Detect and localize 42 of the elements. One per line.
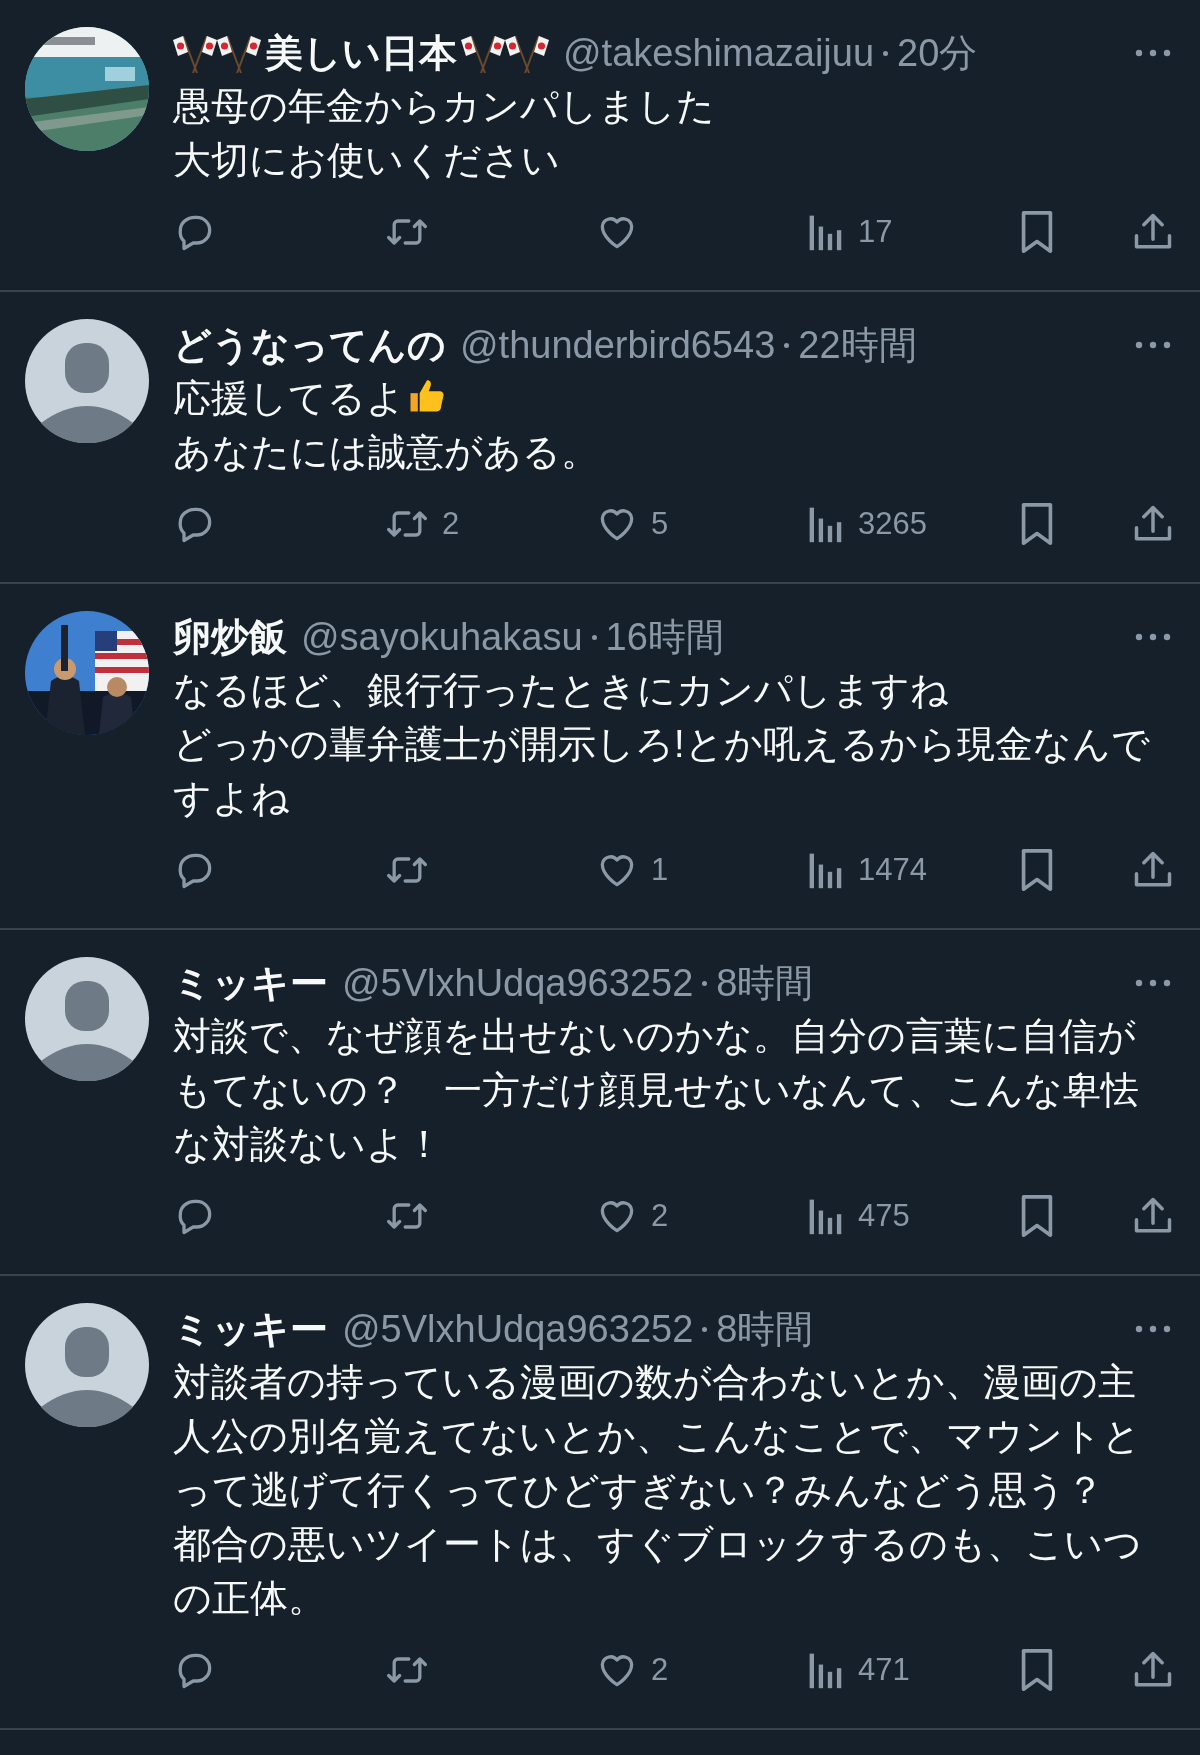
tweet-text: なるほど、銀行行ったときにカンパしますね	[173, 669, 949, 711]
post-time[interactable]: 22時間	[798, 316, 917, 374]
count: 17	[858, 212, 893, 251]
tweet-text: 応援してるよ	[173, 377, 405, 419]
tweet-text: 対談で、なぜ顔を出せないのかな。自分の言葉に自信がもてないの？ 一方だけ顔見せないなんて、こんな卑怯な対談ないよ！	[173, 1015, 1139, 1165]
default-avatar-icon[interactable]	[25, 957, 149, 1081]
count: 1474	[858, 850, 927, 889]
count: 475	[858, 1196, 910, 1235]
more-icon[interactable]	[1133, 339, 1173, 351]
user-handle[interactable]: @5VlxhUdqa963252	[342, 954, 694, 1012]
count: 471	[858, 1650, 910, 1689]
more-icon[interactable]	[1133, 977, 1173, 989]
display-name[interactable]: どうなってんの	[173, 316, 446, 374]
user-handle[interactable]: @5VlxhUdqa963252	[342, 1300, 694, 1358]
tweet-text: 大切にお使いください	[173, 139, 560, 181]
user-handle[interactable]: @sayokuhakasu	[301, 608, 583, 666]
post-time[interactable]: 8時間	[716, 954, 814, 1012]
count: 2	[651, 1196, 669, 1235]
user-handle[interactable]: @takeshimazaijuu	[563, 24, 875, 82]
more-icon[interactable]	[1133, 1323, 1173, 1335]
count: 5	[651, 504, 669, 543]
more-icon[interactable]	[1133, 631, 1173, 643]
display-name[interactable]: ミッキー	[173, 1300, 328, 1358]
display-name[interactable]: ミッキー	[173, 954, 328, 1012]
count: 3265	[858, 504, 927, 543]
display-name[interactable]: 卵炒飯	[173, 608, 287, 666]
tweet-text: 愚母の年金からカンパしました	[173, 85, 715, 127]
display-name[interactable]: 美しい日本	[265, 24, 457, 82]
count: 1	[651, 850, 669, 889]
default-avatar-icon[interactable]	[25, 1303, 149, 1427]
tweet-text: どっかの輩弁護士が開示しろ!とか吼えるから現金なんですよね	[173, 723, 1150, 819]
count: 2	[651, 1650, 669, 1689]
user-handle[interactable]: @thunderbird6543	[460, 316, 776, 374]
count: 2	[442, 504, 460, 543]
tweet-text: 都合の悪いツイートは、すぐブロックするのも、こいつの正体。	[173, 1523, 1142, 1619]
more-icon[interactable]	[1133, 47, 1173, 59]
post-time[interactable]: 20分	[897, 24, 978, 82]
post-time[interactable]: 8時間	[716, 1300, 814, 1358]
default-avatar-icon[interactable]	[25, 319, 149, 443]
post-time[interactable]: 16時間	[605, 608, 724, 666]
tweet-text: あなたには誠意がある。	[173, 431, 599, 473]
tweet-text: 対談者の持っている漫画の数が合わないとか、漫画の主人公の別名覚えてないとか、こんなことで、マウントとって逃げて行くってひどすぎない？みんなどう思う？	[173, 1361, 1141, 1511]
